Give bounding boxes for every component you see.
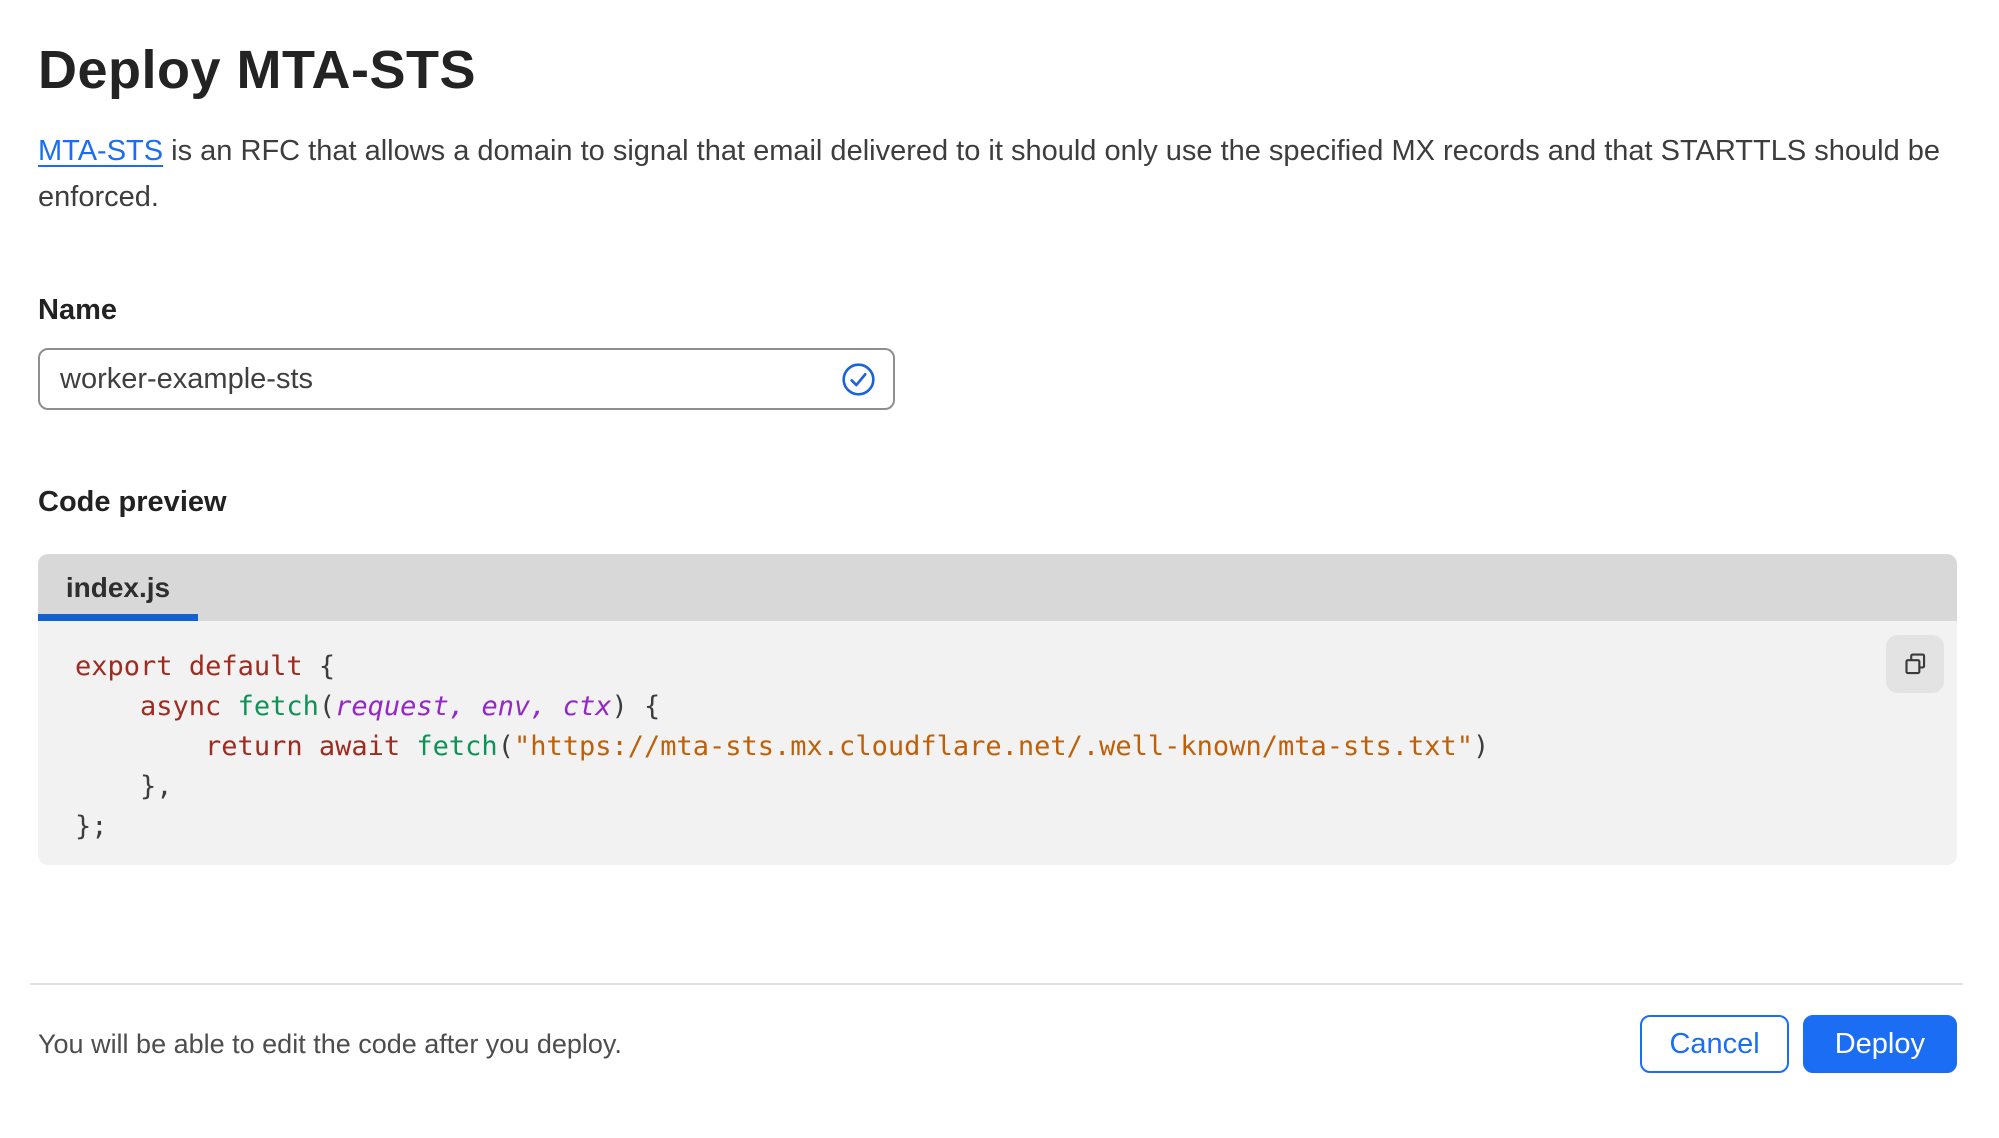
tab-index-js[interactable]: index.js: [38, 554, 198, 621]
code-tabbar: index.js: [38, 554, 1957, 621]
check-circle-icon: [842, 362, 875, 396]
code-line: return await fetch("https://mta-sts.mx.c…: [205, 731, 1490, 762]
copy-icon: [1904, 653, 1925, 674]
code-preview-block: index.js export default { async fetch(re…: [38, 554, 1957, 865]
name-input[interactable]: [60, 362, 840, 396]
tab-label: index.js: [65, 571, 171, 603]
deploy-mta-sts-page: Deploy MTA-STS MTA-STS is an RFC that al…: [0, 34, 1999, 1138]
deploy-button[interactable]: Deploy: [1802, 1015, 1957, 1073]
intro-text: is an RFC that allows a domain to signal…: [38, 135, 1941, 213]
footer-divider: [30, 983, 1963, 985]
code-line: },: [75, 771, 173, 802]
page-title: Deploy MTA-STS: [38, 40, 476, 100]
name-input-container: [38, 348, 895, 410]
code-line: export default {: [75, 651, 336, 682]
code-lines: export default { async fetch(request, en…: [75, 647, 1957, 847]
code-preview-label: Code preview: [38, 486, 227, 518]
footer: You will be able to edit the code after …: [38, 1013, 1957, 1075]
footer-actions: Cancel Deploy: [1640, 1015, 1957, 1073]
cancel-button[interactable]: Cancel: [1640, 1015, 1789, 1073]
tab-active-underline: [38, 614, 198, 621]
name-label: Name: [38, 294, 117, 326]
copy-code-button[interactable]: [1886, 635, 1944, 693]
intro-paragraph: MTA-STS is an RFC that allows a domain t…: [38, 128, 1948, 220]
code-line: };: [75, 811, 108, 842]
footer-note: You will be able to edit the code after …: [38, 1028, 622, 1059]
code-editor-area: export default { async fetch(request, en…: [38, 621, 1957, 865]
code-line: async fetch(request, env, ctx) {: [140, 691, 661, 722]
mta-sts-link[interactable]: MTA-STS: [38, 135, 163, 167]
